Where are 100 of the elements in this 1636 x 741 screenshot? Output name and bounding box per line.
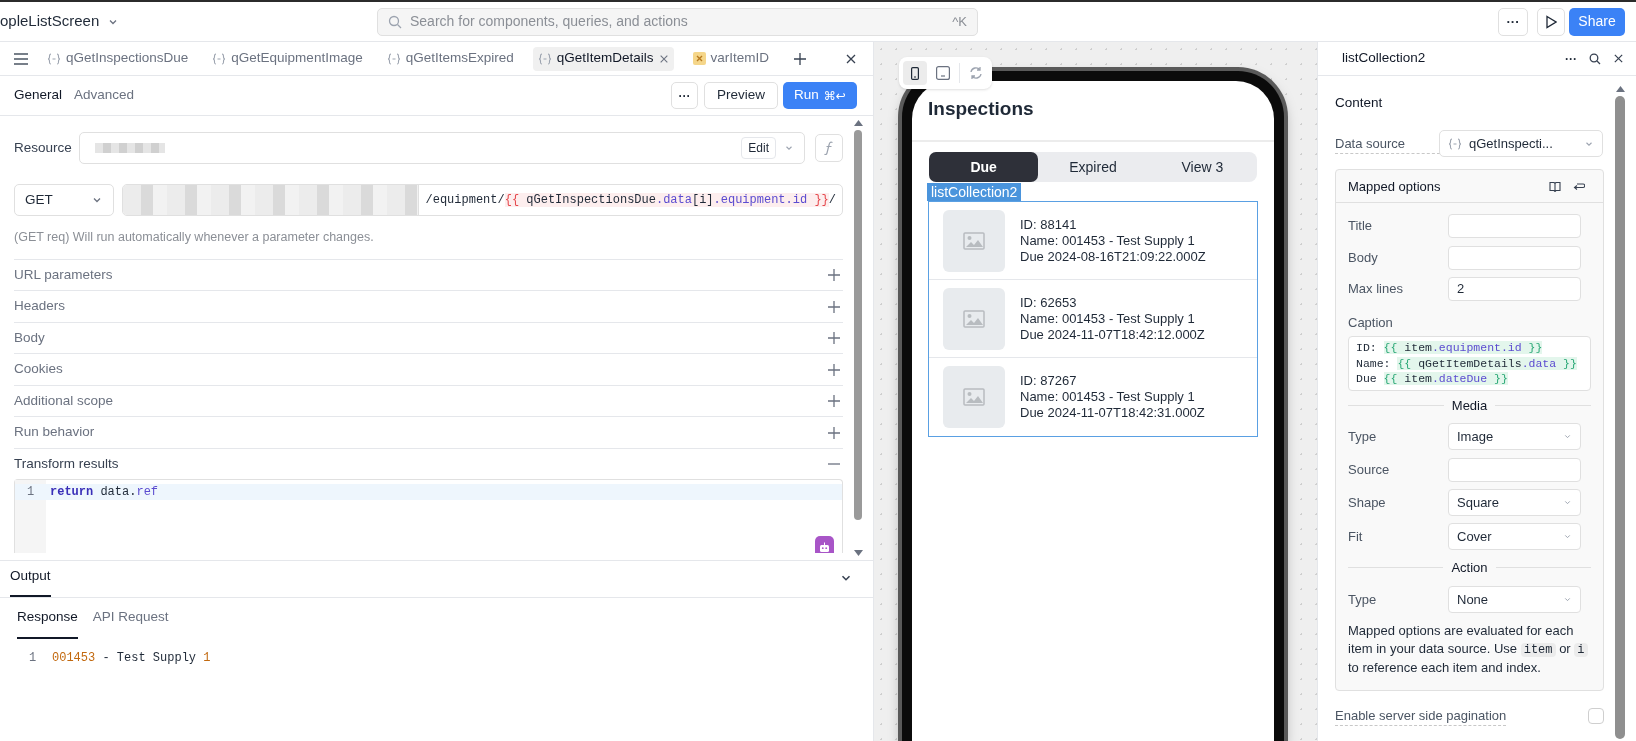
method-select[interactable]: GET <box>14 184 114 216</box>
panel-title: Output <box>10 565 51 597</box>
resource-select[interactable]: Edit <box>79 132 805 164</box>
scrollbar[interactable] <box>1615 96 1625 739</box>
query-tab[interactable]: qGetInspectionsDue <box>42 46 194 71</box>
view-tab[interactable]: Due <box>929 152 1039 182</box>
section-header[interactable]: Cookies <box>14 353 843 385</box>
field-label: Type <box>1348 590 1378 609</box>
braces-icon <box>1448 137 1462 150</box>
tab-label: qGetEquipmentImage <box>231 49 363 68</box>
preview-button[interactable]: Preview <box>704 82 778 109</box>
code-editor[interactable]: 1 return data.ref <box>14 479 843 554</box>
braces-icon <box>47 52 61 65</box>
field-label: Max lines <box>1348 280 1404 299</box>
shortcut-hint: ^K <box>952 12 967 31</box>
plus-icon[interactable] <box>827 268 841 282</box>
function-button[interactable] <box>815 134 843 162</box>
item-caption-line: Name: 001453 - Test Supply 1 <box>1020 310 1196 327</box>
field-label: Type <box>1348 428 1378 446</box>
add-tab-icon[interactable] <box>794 52 807 65</box>
close-icon[interactable] <box>845 52 857 65</box>
tablet-icon <box>936 66 950 80</box>
query-tab[interactable]: qGetItemsExpired <box>381 46 519 71</box>
code-line: return data.ref <box>49 484 159 502</box>
scroll-up-icon[interactable] <box>853 120 863 126</box>
rotate-icon <box>969 66 983 80</box>
select-field[interactable]: Image <box>1448 423 1581 451</box>
query-tab[interactable]: qGetItemDetails <box>532 46 674 71</box>
robot-icon <box>819 542 830 554</box>
section-header[interactable]: Body <box>14 321 843 354</box>
more-button[interactable]: ··· <box>1565 49 1577 68</box>
view-tab[interactable]: View 3 <box>1147 152 1257 182</box>
plus-icon[interactable] <box>827 425 841 440</box>
code-field[interactable]: ID: {{ item.equipment.id }} Name: {{ qGetItemDetails.data }} Due {{ item.dateDue }} <box>1348 336 1591 391</box>
variable-icon <box>692 52 706 65</box>
query-tab[interactable]: qGetEquipmentImage <box>207 46 368 71</box>
editor-tab[interactable]: Advanced <box>74 85 135 106</box>
field-label: Data source <box>1335 133 1440 154</box>
section-title: Content <box>1335 94 1384 112</box>
select-field[interactable]: Square <box>1448 488 1581 516</box>
preview-button[interactable] <box>1537 7 1565 36</box>
close-icon[interactable] <box>1613 53 1624 64</box>
checkbox[interactable] <box>1588 708 1604 724</box>
section-header[interactable]: Run behavior <box>14 416 843 448</box>
section-header[interactable]: Headers <box>14 290 843 322</box>
image-icon <box>963 309 985 328</box>
card-title: Mapped options <box>1348 177 1441 196</box>
field-label: Resource <box>14 138 73 157</box>
editor-tab[interactable]: General <box>14 85 63 106</box>
input-field[interactable] <box>1448 214 1581 238</box>
select-field[interactable]: Cover <box>1448 522 1581 550</box>
assistant-button[interactable] <box>815 536 834 554</box>
list-item[interactable]: ID: 88141 Name: 001453 - Test Supply 1 Due 2024-08-16T21:09:22.000Z <box>929 202 1257 280</box>
field-label: Body <box>1348 248 1379 267</box>
item-caption-line: Due 2024-11-07T18:42:31.000Z <box>1020 405 1205 421</box>
data-source-select[interactable]: qGetInspecti... <box>1439 130 1603 158</box>
more-button[interactable]: ··· <box>671 82 698 109</box>
list-item[interactable]: ID: 62653 Name: 001453 - Test Supply 1 Due 2024-11-07T18:42:12.000Z <box>929 280 1257 358</box>
braces-icon <box>537 52 552 65</box>
select-field[interactable]: None <box>1448 585 1581 613</box>
input-field[interactable] <box>1448 245 1581 270</box>
edit-button[interactable]: Edit <box>741 137 776 159</box>
plus-icon[interactable] <box>827 362 841 377</box>
scroll-up-icon[interactable] <box>1615 86 1625 92</box>
input-field[interactable] <box>1448 457 1581 482</box>
input-field[interactable]: 2 <box>1448 277 1581 301</box>
item-caption-line: Due 2024-08-16T21:09:22.000Z <box>1020 248 1206 265</box>
function-icon <box>824 141 834 155</box>
scrollbar[interactable] <box>854 130 862 520</box>
play-icon <box>1545 14 1557 29</box>
tab-label: varItemID <box>710 49 770 68</box>
section-header[interactable]: URL parameters <box>14 258 843 291</box>
plus-icon[interactable] <box>827 394 841 408</box>
search-input[interactable]: Search for components, queries, and actions <box>410 11 945 32</box>
book-icon[interactable] <box>1549 180 1561 192</box>
scroll-down-icon[interactable] <box>853 550 863 556</box>
output-tab[interactable]: Response <box>17 606 78 639</box>
list-item[interactable]: ID: 87267 Name: 001453 - Test Supply 1 Due 2024-11-07T18:42:31.000Z <box>929 358 1257 436</box>
app-title: Inspections <box>928 96 1034 121</box>
search-icon[interactable] <box>1589 52 1601 65</box>
url-field[interactable]: /equipment/{{ qGetInspectionsDue.data[i].equipment.id }}/ <box>122 184 843 216</box>
section-header[interactable]: Additional scope <box>14 384 843 417</box>
share-button[interactable]: Share <box>1569 7 1625 36</box>
inspector-title: listCollection2 <box>1342 49 1426 68</box>
menu-icon[interactable] <box>14 52 28 65</box>
hint-text: (GET req) Will run automatically whenever a parameter changes. <box>14 229 375 246</box>
more-button[interactable]: ··· <box>1498 7 1528 36</box>
help-text: Mapped options are evaluated for each item in your data source. Use item or i to reference each item and index. <box>1348 622 1591 677</box>
plus-icon[interactable] <box>827 299 841 314</box>
screen-selector[interactable]: opleListScreen <box>0 10 120 33</box>
view-tab[interactable]: Expired <box>1038 152 1148 182</box>
plus-icon[interactable] <box>827 331 841 345</box>
phone-view-button[interactable] <box>903 61 927 85</box>
query-tab[interactable]: varItemID <box>687 46 775 71</box>
item-caption-line: Name: 001453 - Test Supply 1 <box>1020 232 1196 249</box>
output-tab[interactable]: API Request <box>92 606 169 639</box>
section-header[interactable]: Transform results <box>14 447 843 480</box>
item-caption-line: ID: 62653 <box>1020 294 1078 311</box>
run-button[interactable]: Run ⌘↩ <box>783 82 857 109</box>
return-icon[interactable] <box>1573 181 1585 192</box>
